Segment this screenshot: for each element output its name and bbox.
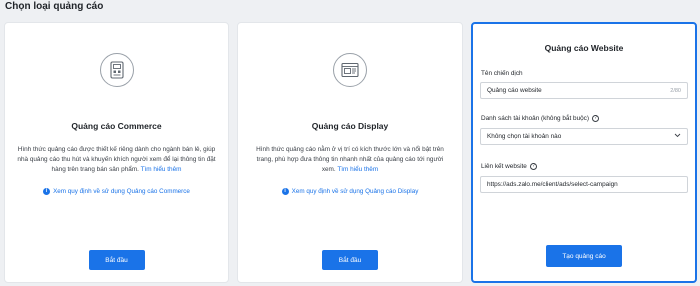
help-icon[interactable]: ?	[592, 115, 600, 122]
commerce-icon	[99, 53, 134, 87]
display-icon	[333, 53, 367, 87]
card-description: Hình thức quảng cáo nằm ở vị trí có kích…	[256, 146, 444, 173]
info-icon: i	[43, 188, 51, 195]
learn-more-link[interactable]: Tìm hiểu thêm	[337, 166, 378, 173]
help-icon[interactable]: ?	[529, 163, 537, 170]
create-ad-button[interactable]: Tạo quảng cáo	[546, 245, 622, 267]
chevron-down-icon	[674, 133, 681, 140]
commerce-card: Quảng cáo Commerce Hình thức quảng cáo đ…	[4, 22, 229, 283]
website-link-label: Liên kết website ?	[481, 163, 537, 170]
info-icon: i	[281, 188, 289, 195]
website-link-input[interactable]: https://ads.zalo.me/client/ads/select-ca…	[480, 176, 688, 193]
page-title: Chọn loại quảng cáo	[5, 1, 104, 12]
learn-more-link[interactable]: Tìm hiểu thêm	[141, 166, 182, 173]
website-ad-card: Quảng cáo Website Tên chiến dịch Quảng c…	[471, 22, 697, 283]
start-button[interactable]: Bắt đầu	[322, 250, 378, 270]
campaign-name-label: Tên chiến dịch	[481, 70, 523, 77]
display-card: Quảng cáo Display Hình thức quảng cáo nằ…	[237, 22, 463, 283]
char-counter: 2/80	[670, 87, 681, 94]
policy-link[interactable]: i Xem quy định về sử dụng Quảng cáo Disp…	[238, 188, 462, 195]
campaign-name-input[interactable]: Quảng cáo website 2/80	[480, 82, 688, 99]
account-list-label: Danh sách tài khoản (không bắt buộc) ?	[481, 115, 600, 122]
form-title: Quảng cáo Website	[544, 43, 624, 53]
start-button[interactable]: Bắt đầu	[88, 250, 145, 270]
card-title: Quảng cáo Display	[311, 121, 389, 131]
account-select[interactable]: Không chọn tài khoản nào	[480, 128, 688, 145]
policy-link[interactable]: i Xem quy định về sử dụng Quảng cáo Comm…	[5, 188, 228, 195]
card-description: Hình thức quảng cáo được thiết kế riêng …	[17, 146, 216, 173]
card-title: Quảng cáo Commerce	[71, 121, 162, 131]
